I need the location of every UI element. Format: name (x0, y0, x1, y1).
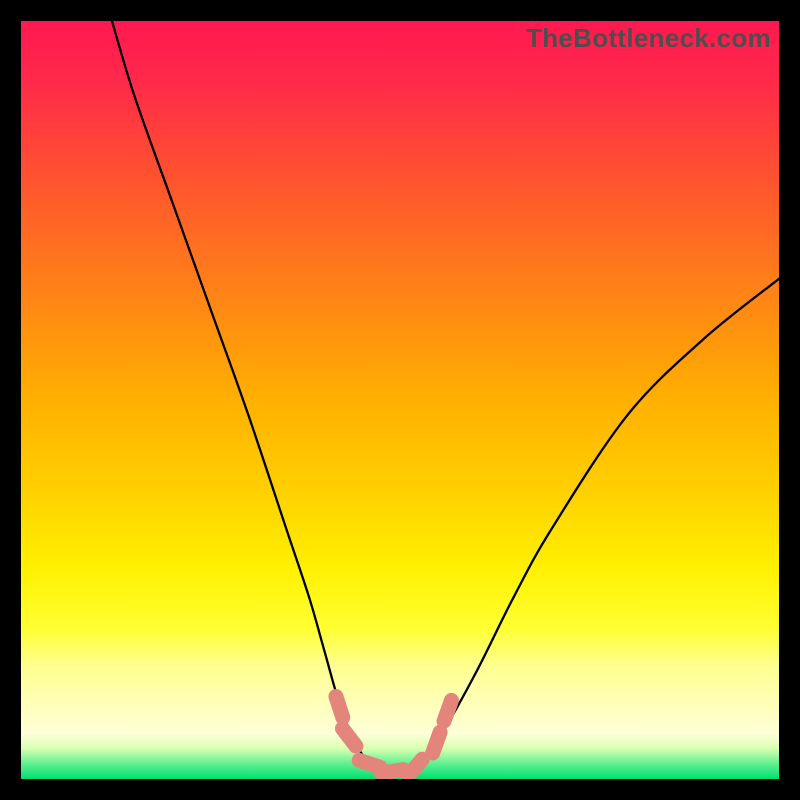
highlight-marker (382, 770, 404, 774)
highlight-marker (433, 732, 440, 753)
bottleneck-curve-path (112, 21, 779, 772)
highlight-marker (444, 700, 451, 721)
marker-group (336, 697, 451, 776)
highlight-marker (408, 759, 422, 776)
highlight-marker (359, 760, 380, 767)
chart-frame: TheBottleneck.com (0, 0, 800, 800)
curve-layer (21, 21, 779, 779)
plot-area: TheBottleneck.com (21, 21, 779, 779)
highlight-marker (336, 697, 343, 718)
highlight-marker (343, 729, 356, 746)
